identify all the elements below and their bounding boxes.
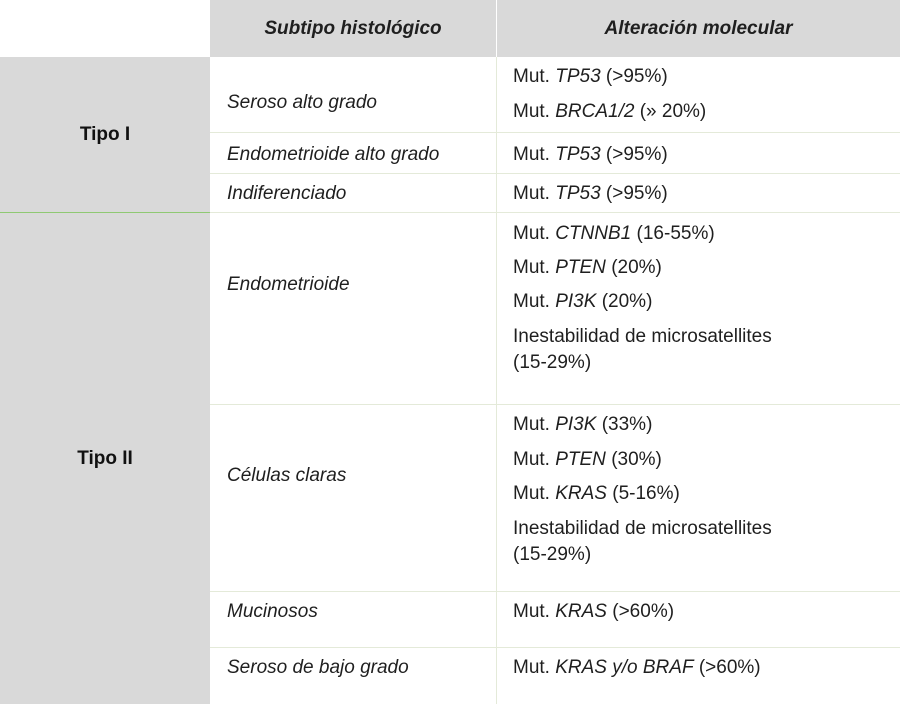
subtype-cell: Mucinosos [227, 601, 318, 622]
column-divider [496, 57, 497, 704]
row-divider [210, 591, 900, 592]
alteration-line: Mut. KRAS (5-16%) [513, 483, 680, 504]
alteration-line: (15-29%) [513, 352, 592, 373]
alteration-line: Mut. KRAS y/o BRAF (>60%) [513, 657, 761, 678]
alteration-line: Mut. TP53 (>95%) [513, 144, 668, 165]
type-cell-1: Tipo I [0, 57, 210, 212]
subtype-cell: Endometrioide alto grado [227, 144, 440, 165]
alteration-line: Inestabilidad de microsatellites [513, 326, 772, 347]
row-divider [210, 173, 900, 174]
alteration-line: Mut. PTEN (30%) [513, 449, 662, 470]
alteration-line: Mut. PI3K (20%) [513, 291, 653, 312]
alteration-line: Mut. TP53 (>95%) [513, 183, 668, 204]
subtype-cell: Indiferenciado [227, 183, 347, 204]
subtype-cell: Células claras [227, 465, 347, 486]
row-divider [210, 212, 900, 213]
alteration-line: Inestabilidad de microsatellites [513, 518, 772, 539]
row-divider [210, 647, 900, 648]
type-cell-2: Tipo II [0, 213, 210, 704]
alteration-line: (15-29%) [513, 544, 592, 565]
subtype-cell: Seroso de bajo grado [227, 657, 409, 678]
alteration-line: Mut. CTNNB1 (16-55%) [513, 223, 715, 244]
header-alteration: Alteración molecular [497, 0, 900, 57]
subtype-cell: Seroso alto grado [227, 92, 377, 113]
row-divider [210, 404, 900, 405]
alteration-line: Mut. KRAS (>60%) [513, 601, 675, 622]
header-subtype: Subtipo histológico [210, 0, 496, 57]
alteration-line: Mut. PI3K (33%) [513, 414, 653, 435]
row-divider [210, 132, 900, 133]
header-blank-cell [0, 0, 210, 57]
molecular-alteration-table: Subtipo histológico Alteración molecular… [0, 0, 900, 704]
alteration-line: Mut. BRCA1/2 (» 20%) [513, 101, 707, 122]
alteration-line: Mut. PTEN (20%) [513, 257, 662, 278]
subtype-cell: Endometrioide [227, 274, 350, 295]
alteration-line: Mut. TP53 (>95%) [513, 66, 668, 87]
